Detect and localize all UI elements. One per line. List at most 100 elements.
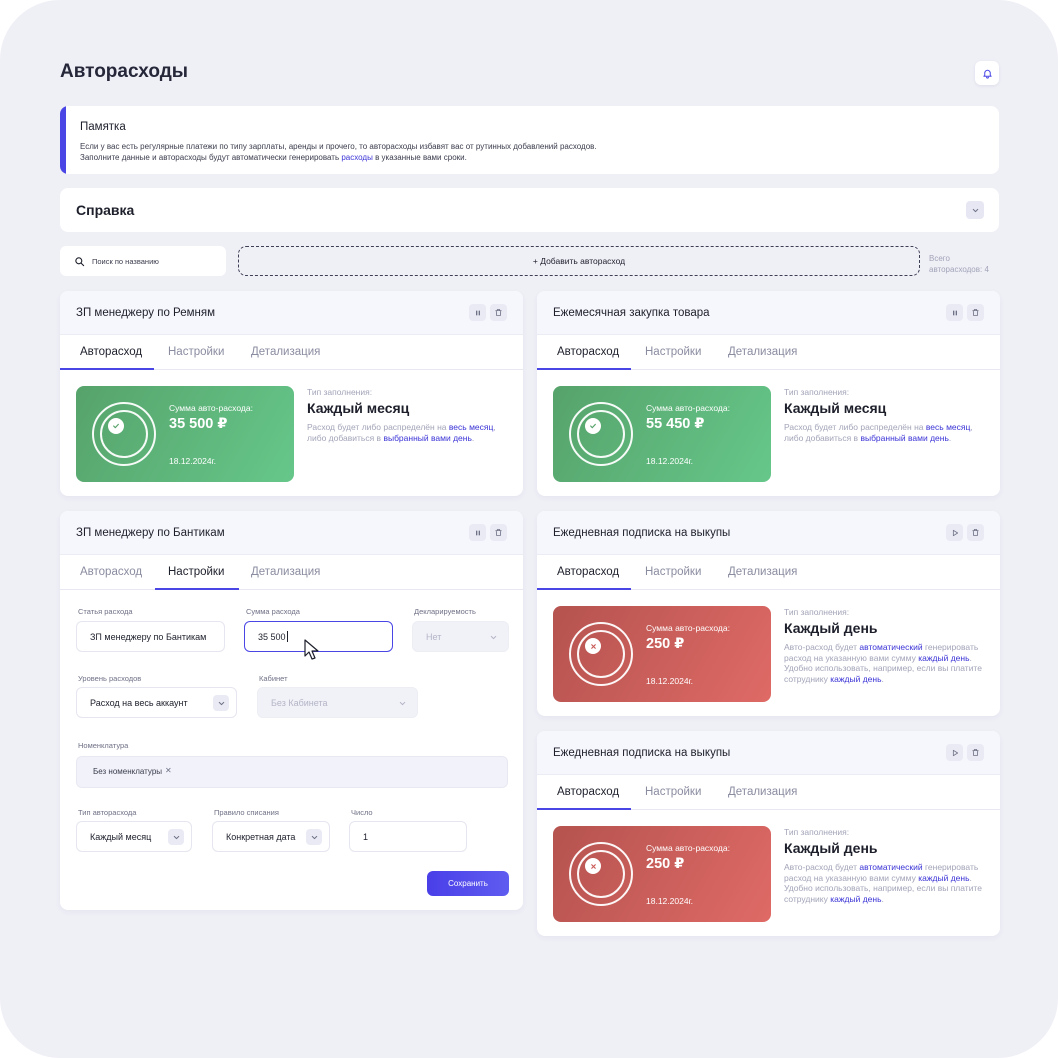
level-select[interactable]: Расход на весь аккаунт	[76, 687, 237, 718]
pause-icon	[475, 310, 480, 315]
delete-button[interactable]	[967, 524, 984, 541]
declared-label: Декларируемость	[414, 607, 476, 616]
autoexpense-card: ЗП менеджеру по Ремням Авторасход Настро…	[60, 291, 523, 496]
card-tabs: Авторасход Настройки Детализация	[537, 555, 1000, 590]
sum-value: 250 ₽	[646, 856, 685, 872]
fill-type-label: Тип заполнения:	[784, 607, 850, 617]
desc-link[interactable]: выбранный вами день	[860, 433, 948, 443]
play-button[interactable]	[946, 524, 963, 541]
autoexpense-card: Ежедневная подписка на выкупы Авторасход…	[537, 511, 1000, 716]
fill-type-description: Авто-расход будет автоматический генерир…	[784, 862, 994, 904]
text-caret	[286, 631, 288, 642]
rule-label: Правило списания	[214, 808, 279, 817]
tab-autoexpense[interactable]: Авторасход	[557, 566, 619, 578]
chevron-down-icon	[394, 695, 410, 711]
delete-button[interactable]	[490, 304, 507, 321]
tab-settings[interactable]: Настройки	[168, 346, 224, 358]
desc-text: .	[881, 893, 884, 904]
help-expand-button[interactable]	[966, 201, 984, 219]
card-tabs: Авторасход Настройки Детализация	[537, 335, 1000, 370]
pause-button[interactable]	[469, 524, 486, 541]
delete-button[interactable]	[967, 304, 984, 321]
search-input[interactable]	[92, 256, 212, 266]
status-ring-inner	[100, 410, 148, 458]
fill-type-description: Расход будет либо распределён на весь ме…	[307, 422, 517, 443]
status-ring-inner	[577, 850, 625, 898]
trash-icon	[972, 529, 979, 536]
sum-date: 18.12.2024г.	[646, 676, 693, 686]
total-label: Всего	[929, 254, 950, 263]
fill-type-description: Расход будет либо распределён на весь ме…	[784, 422, 994, 443]
play-button[interactable]	[946, 744, 963, 761]
status-ring	[92, 402, 156, 466]
desc-text: .	[881, 673, 884, 684]
tab-details[interactable]: Детализация	[728, 786, 797, 798]
help-accordion[interactable]: Справка	[60, 188, 999, 232]
memo-text-part: в указанные вами сроки.	[372, 153, 467, 162]
desc-text: Авто-расход будет	[784, 862, 860, 872]
memo-expenses-link[interactable]: расходы	[341, 153, 373, 162]
tab-autoexpense[interactable]: Авторасход	[80, 346, 142, 358]
nomenclature-select[interactable]: Без номенклатуры ✕	[76, 756, 508, 788]
status-ring	[569, 842, 633, 906]
desc-link[interactable]: выбранный вами день	[383, 433, 471, 443]
tab-autoexpense[interactable]: Авторасход	[80, 566, 142, 578]
card-title: Ежедневная подписка на выкупы	[553, 747, 731, 759]
close-icon[interactable]: ✕	[165, 766, 172, 775]
tab-settings[interactable]: Настройки	[645, 346, 701, 358]
declared-value: Нет	[426, 631, 442, 642]
desc-link[interactable]: каждый день	[830, 674, 881, 684]
save-button[interactable]: Сохранить	[427, 871, 509, 896]
fill-type-label: Тип заполнения:	[307, 387, 373, 397]
article-input[interactable]: ЗП менеджеру по Бантикам	[76, 621, 225, 652]
desc-link[interactable]: автоматический	[859, 862, 922, 872]
pause-button[interactable]	[469, 304, 486, 321]
desc-link[interactable]: весь месяц	[926, 422, 970, 432]
notifications-button[interactable]	[975, 61, 999, 85]
desc-link[interactable]: автоматический	[859, 642, 922, 652]
tab-settings[interactable]: Настройки	[168, 566, 224, 578]
cabinet-select[interactable]: Без Кабинета	[257, 687, 418, 718]
status-ring	[569, 402, 633, 466]
type-select[interactable]: Каждый месяц	[76, 821, 192, 852]
expense-sum-tile: Сумма авто-расхода: 250 ₽ 18.12.2024г.	[553, 826, 771, 922]
nomenclature-label: Номенклатура	[78, 741, 129, 750]
search-box[interactable]	[60, 246, 226, 276]
add-autoexpense-button[interactable]: + Добавить авторасход	[238, 246, 920, 276]
tab-details[interactable]: Детализация	[251, 346, 320, 358]
search-icon	[75, 256, 85, 266]
tab-autoexpense[interactable]: Авторасход	[557, 786, 619, 798]
active-tab-indicator	[537, 368, 631, 370]
cabinet-value: Без Кабинета	[271, 697, 328, 708]
expense-sum-tile: Сумма авто-расхода: 55 450 ₽ 18.12.2024г…	[553, 386, 771, 482]
trash-icon	[495, 529, 502, 536]
tab-details[interactable]: Детализация	[728, 566, 797, 578]
desc-link[interactable]: каждый день	[918, 873, 969, 883]
desc-link[interactable]: весь месяц	[449, 422, 493, 432]
help-title: Справка	[76, 202, 135, 218]
memo-text-part: Если у вас есть регулярные платежи по ти…	[80, 142, 597, 162]
cross-icon	[585, 858, 601, 874]
level-value: Расход на весь аккаунт	[90, 697, 188, 708]
card-title: Ежемесячная закупка товара	[553, 307, 710, 319]
tab-settings[interactable]: Настройки	[645, 786, 701, 798]
desc-link[interactable]: каждый день	[918, 653, 969, 663]
sum-input-value: 35 500	[258, 631, 286, 642]
desc-link[interactable]: каждый день	[830, 894, 881, 904]
tab-settings[interactable]: Настройки	[645, 566, 701, 578]
fill-type-description: Авто-расход будет автоматический генерир…	[784, 642, 994, 684]
number-input[interactable]: 1	[349, 821, 467, 852]
tab-details[interactable]: Детализация	[251, 566, 320, 578]
tab-details[interactable]: Детализация	[728, 346, 797, 358]
check-icon	[108, 418, 124, 434]
rule-select[interactable]: Конкретная дата	[212, 821, 330, 852]
card-title: ЗП менеджеру по Ремням	[76, 307, 215, 319]
active-tab-indicator	[60, 368, 154, 370]
tab-autoexpense[interactable]: Авторасход	[557, 346, 619, 358]
card-title: Ежедневная подписка на выкупы	[553, 527, 731, 539]
sum-value: 55 450 ₽	[646, 416, 705, 432]
pause-button[interactable]	[946, 304, 963, 321]
delete-button[interactable]	[490, 524, 507, 541]
delete-button[interactable]	[967, 744, 984, 761]
declared-select[interactable]: Нет	[412, 621, 509, 652]
